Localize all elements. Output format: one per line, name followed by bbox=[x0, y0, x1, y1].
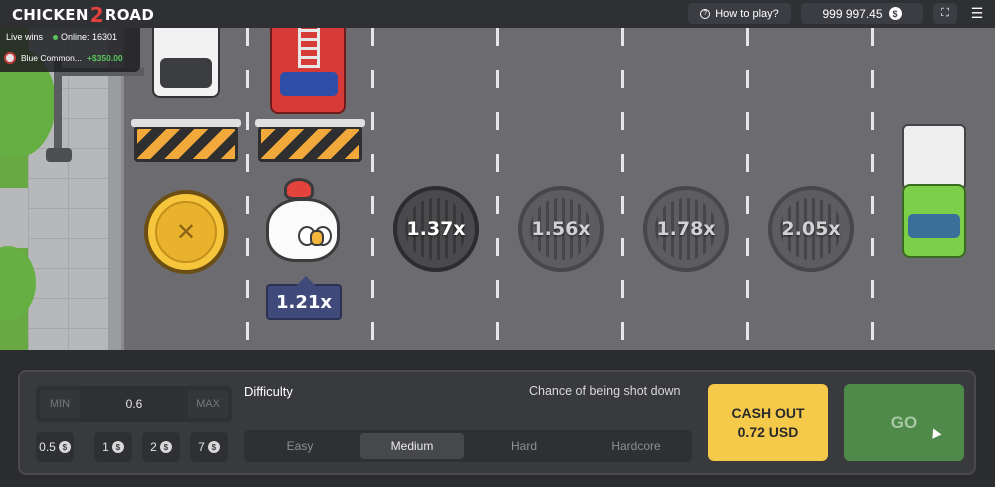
fullscreen-icon: ⛶ bbox=[941, 7, 949, 19]
cash-out-amount: 0.72 USD bbox=[737, 423, 799, 440]
street-lamp-base bbox=[46, 148, 72, 162]
go-button[interactable]: GO bbox=[844, 384, 964, 461]
chicken-beak bbox=[310, 230, 324, 246]
multiplier-label: 1.37x bbox=[406, 218, 466, 240]
lane-divider bbox=[746, 28, 749, 350]
logo-chicken-text: CHICKEN bbox=[12, 6, 89, 24]
online-label: Online: 16301 bbox=[61, 32, 118, 42]
difficulty-easy[interactable]: Easy bbox=[248, 433, 352, 459]
avatar bbox=[4, 52, 16, 64]
player-name: Blue Common... bbox=[21, 53, 82, 63]
curb bbox=[108, 28, 124, 350]
dollar-coin-icon: $ bbox=[888, 7, 902, 20]
quick-bet-value: 0.5 bbox=[39, 440, 56, 454]
difficulty-hardcore[interactable]: Hardcore bbox=[584, 433, 688, 459]
live-wins-label: Live wins bbox=[6, 32, 44, 42]
lane-manhole-1[interactable]: 1.37x bbox=[393, 186, 479, 272]
difficulty-hard[interactable]: Hard bbox=[472, 433, 576, 459]
top-bar: CHICKEN 2 ROAD ? How to play? 999 997.45… bbox=[0, 0, 995, 28]
go-label: GO bbox=[890, 412, 918, 432]
menu-button[interactable]: ☰ bbox=[965, 3, 989, 24]
fire-truck bbox=[270, 28, 346, 114]
live-wins-panel: Live wins Online: 16301 Blue Common... +… bbox=[0, 28, 140, 72]
logo: CHICKEN 2 ROAD bbox=[12, 3, 155, 27]
bet-amount-box: MIN 0.6 MAX bbox=[36, 386, 232, 422]
difficulty-label: Difficulty bbox=[244, 384, 293, 399]
live-win-entry: Blue Common... +$350.00 bbox=[4, 52, 123, 64]
current-multiplier-tag: 1.21x bbox=[266, 276, 342, 320]
difficulty-medium[interactable]: Medium bbox=[360, 433, 464, 459]
quick-bet-value: 7 bbox=[198, 440, 205, 454]
hamburger-menu-icon: ☰ bbox=[970, 5, 984, 21]
online-count: Online: 16301 bbox=[53, 32, 117, 42]
quick-bet-value: 2 bbox=[150, 440, 157, 454]
difficulty-selector: Easy Medium Hard Hardcore bbox=[244, 430, 692, 462]
chicken-comb bbox=[284, 178, 314, 200]
min-label: MIN bbox=[49, 398, 71, 410]
quick-bet-value: 1 bbox=[102, 440, 109, 454]
lane-divider bbox=[371, 28, 374, 350]
bet-amount-input[interactable]: 0.6 bbox=[96, 386, 172, 422]
multiplier-label: 1.56x bbox=[531, 218, 591, 240]
roast-chicken-icon: ✕ bbox=[155, 201, 217, 263]
quick-bet-0-5[interactable]: 0.5 $ bbox=[36, 432, 74, 462]
balance-value: 999 997.45 bbox=[822, 6, 883, 21]
lane-manhole-3: 1.78x bbox=[643, 186, 729, 272]
game-root: CHICKEN 2 ROAD ? How to play? 999 997.45… bbox=[0, 0, 995, 487]
fire-truck-windshield bbox=[280, 72, 338, 96]
cash-out-label: CASH OUT bbox=[731, 404, 805, 421]
difficulty-easy-label: Easy bbox=[286, 439, 314, 453]
truck-cargo bbox=[902, 124, 966, 190]
difficulty-hardcore-label: Hardcore bbox=[611, 439, 661, 453]
quick-bet-7[interactable]: 7 $ bbox=[190, 432, 228, 462]
logo-two-text: 2 bbox=[89, 3, 104, 27]
lane-divider bbox=[246, 28, 249, 350]
bet-value: 0.6 bbox=[125, 397, 143, 411]
min-bet-button[interactable]: MIN bbox=[40, 390, 80, 418]
golden-coin: ✕ bbox=[144, 190, 228, 274]
balance-display: 999 997.45 $ bbox=[801, 3, 923, 24]
live-wins-header: Live wins Online: 16301 bbox=[6, 32, 117, 42]
how-to-play-label: How to play? bbox=[715, 7, 779, 20]
difficulty-hard-label: Hard bbox=[510, 439, 537, 453]
chicken-character bbox=[264, 178, 344, 270]
max-label: MAX bbox=[196, 398, 220, 410]
multiplier-label: 1.78x bbox=[656, 218, 716, 240]
help-icon: ? bbox=[700, 8, 711, 19]
road-scene: ✕ 1.37x 1.56x 1.78x 2.05x 1.21x bbox=[0, 28, 995, 350]
lane-divider bbox=[871, 28, 874, 350]
road-barrier bbox=[131, 119, 241, 162]
green-truck bbox=[896, 124, 972, 264]
lane-divider bbox=[621, 28, 624, 350]
current-multiplier-value: 1.21x bbox=[275, 291, 333, 313]
fire-truck-ladder bbox=[298, 28, 320, 68]
quick-bet-2[interactable]: 2 $ bbox=[142, 432, 180, 462]
lane-manhole-2: 1.56x bbox=[518, 186, 604, 272]
road-barrier bbox=[255, 119, 365, 162]
quick-bet-1[interactable]: 1 $ bbox=[94, 432, 132, 462]
cash-out-button[interactable]: CASH OUT 0.72 USD bbox=[708, 384, 828, 461]
fullscreen-button[interactable]: ⛶ bbox=[933, 3, 957, 24]
difficulty-medium-label: Medium bbox=[390, 439, 434, 453]
multiplier-label: 2.05x bbox=[781, 218, 841, 240]
online-dot-icon bbox=[53, 35, 59, 40]
chance-label: Chance of being shot down bbox=[529, 384, 681, 398]
police-car bbox=[152, 28, 220, 98]
dollar-coin-icon: $ bbox=[111, 441, 124, 453]
logo-road-text: ROAD bbox=[104, 6, 155, 24]
lane-divider bbox=[496, 28, 499, 350]
dollar-coin-icon: $ bbox=[159, 441, 172, 453]
win-amount: +$350.00 bbox=[86, 53, 123, 63]
how-to-play-button[interactable]: ? How to play? bbox=[688, 3, 791, 24]
dollar-coin-icon: $ bbox=[58, 441, 71, 453]
lane-manhole-4: 2.05x bbox=[768, 186, 854, 272]
police-car-windshield bbox=[160, 58, 212, 88]
truck-windshield bbox=[908, 214, 960, 238]
control-panel: MIN 0.6 MAX 0.5 $ 1 $ 2 $ 7 $ Difficulty Cha… bbox=[18, 370, 976, 475]
dollar-coin-icon: $ bbox=[207, 441, 220, 453]
max-bet-button[interactable]: MAX bbox=[188, 390, 228, 418]
